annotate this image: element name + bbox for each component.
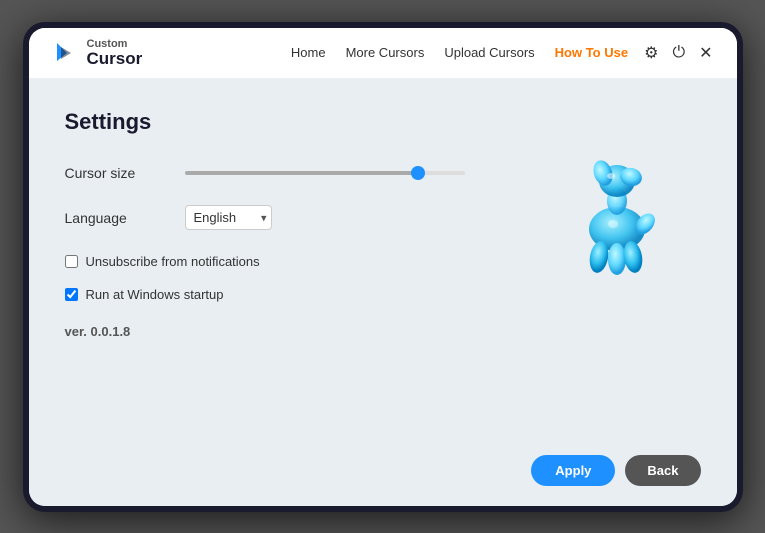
language-label: Language (65, 210, 185, 226)
nav-how-to-use[interactable]: How To Use (555, 45, 628, 60)
settings-title: Settings (65, 109, 701, 135)
startup-checkbox[interactable] (65, 288, 78, 301)
language-row: Language English Spanish French German C… (65, 205, 701, 230)
cursor-size-slider[interactable] (185, 171, 465, 175)
nav-home[interactable]: Home (291, 45, 326, 60)
startup-row: Run at Windows startup (65, 287, 701, 302)
logo-area: Custom Cursor (53, 38, 143, 69)
language-select[interactable]: English Spanish French German Chinese Ja… (185, 205, 272, 230)
nav-links: Home More Cursors Upload Cursors How To … (291, 45, 628, 60)
version-text: ver. 0.0.1.8 (65, 324, 701, 339)
back-button[interactable]: Back (625, 455, 700, 486)
unsubscribe-row: Unsubscribe from notifications (65, 254, 701, 269)
settings-icon[interactable]: ⚙ (644, 43, 658, 63)
unsubscribe-label: Unsubscribe from notifications (86, 254, 260, 269)
apply-button[interactable]: Apply (531, 455, 615, 486)
close-icon[interactable]: ✕ (699, 43, 712, 63)
power-icon[interactable]: ⏻ (672, 44, 685, 62)
startup-label: Run at Windows startup (86, 287, 224, 302)
logo-icon (53, 39, 81, 67)
device-inner: Custom Cursor Home More Cursors Upload C… (29, 28, 737, 506)
nav-icons: ⚙ ⏻ ✕ (644, 43, 712, 63)
logo-text: Custom Cursor (87, 38, 143, 69)
bottom-buttons: Apply Back (65, 445, 701, 486)
nav-upload-cursors[interactable]: Upload Cursors (444, 45, 534, 60)
language-select-wrapper: English Spanish French German Chinese Ja… (185, 205, 272, 230)
nav-more-cursors[interactable]: More Cursors (346, 45, 425, 60)
cursor-size-row: Cursor size (65, 165, 701, 181)
titlebar: Custom Cursor Home More Cursors Upload C… (29, 28, 737, 80)
device-frame: Custom Cursor Home More Cursors Upload C… (23, 22, 743, 512)
main-content: Settings Cursor size Language English Sp… (29, 79, 737, 505)
unsubscribe-checkbox[interactable] (65, 255, 78, 268)
cursor-size-label: Cursor size (65, 165, 185, 181)
